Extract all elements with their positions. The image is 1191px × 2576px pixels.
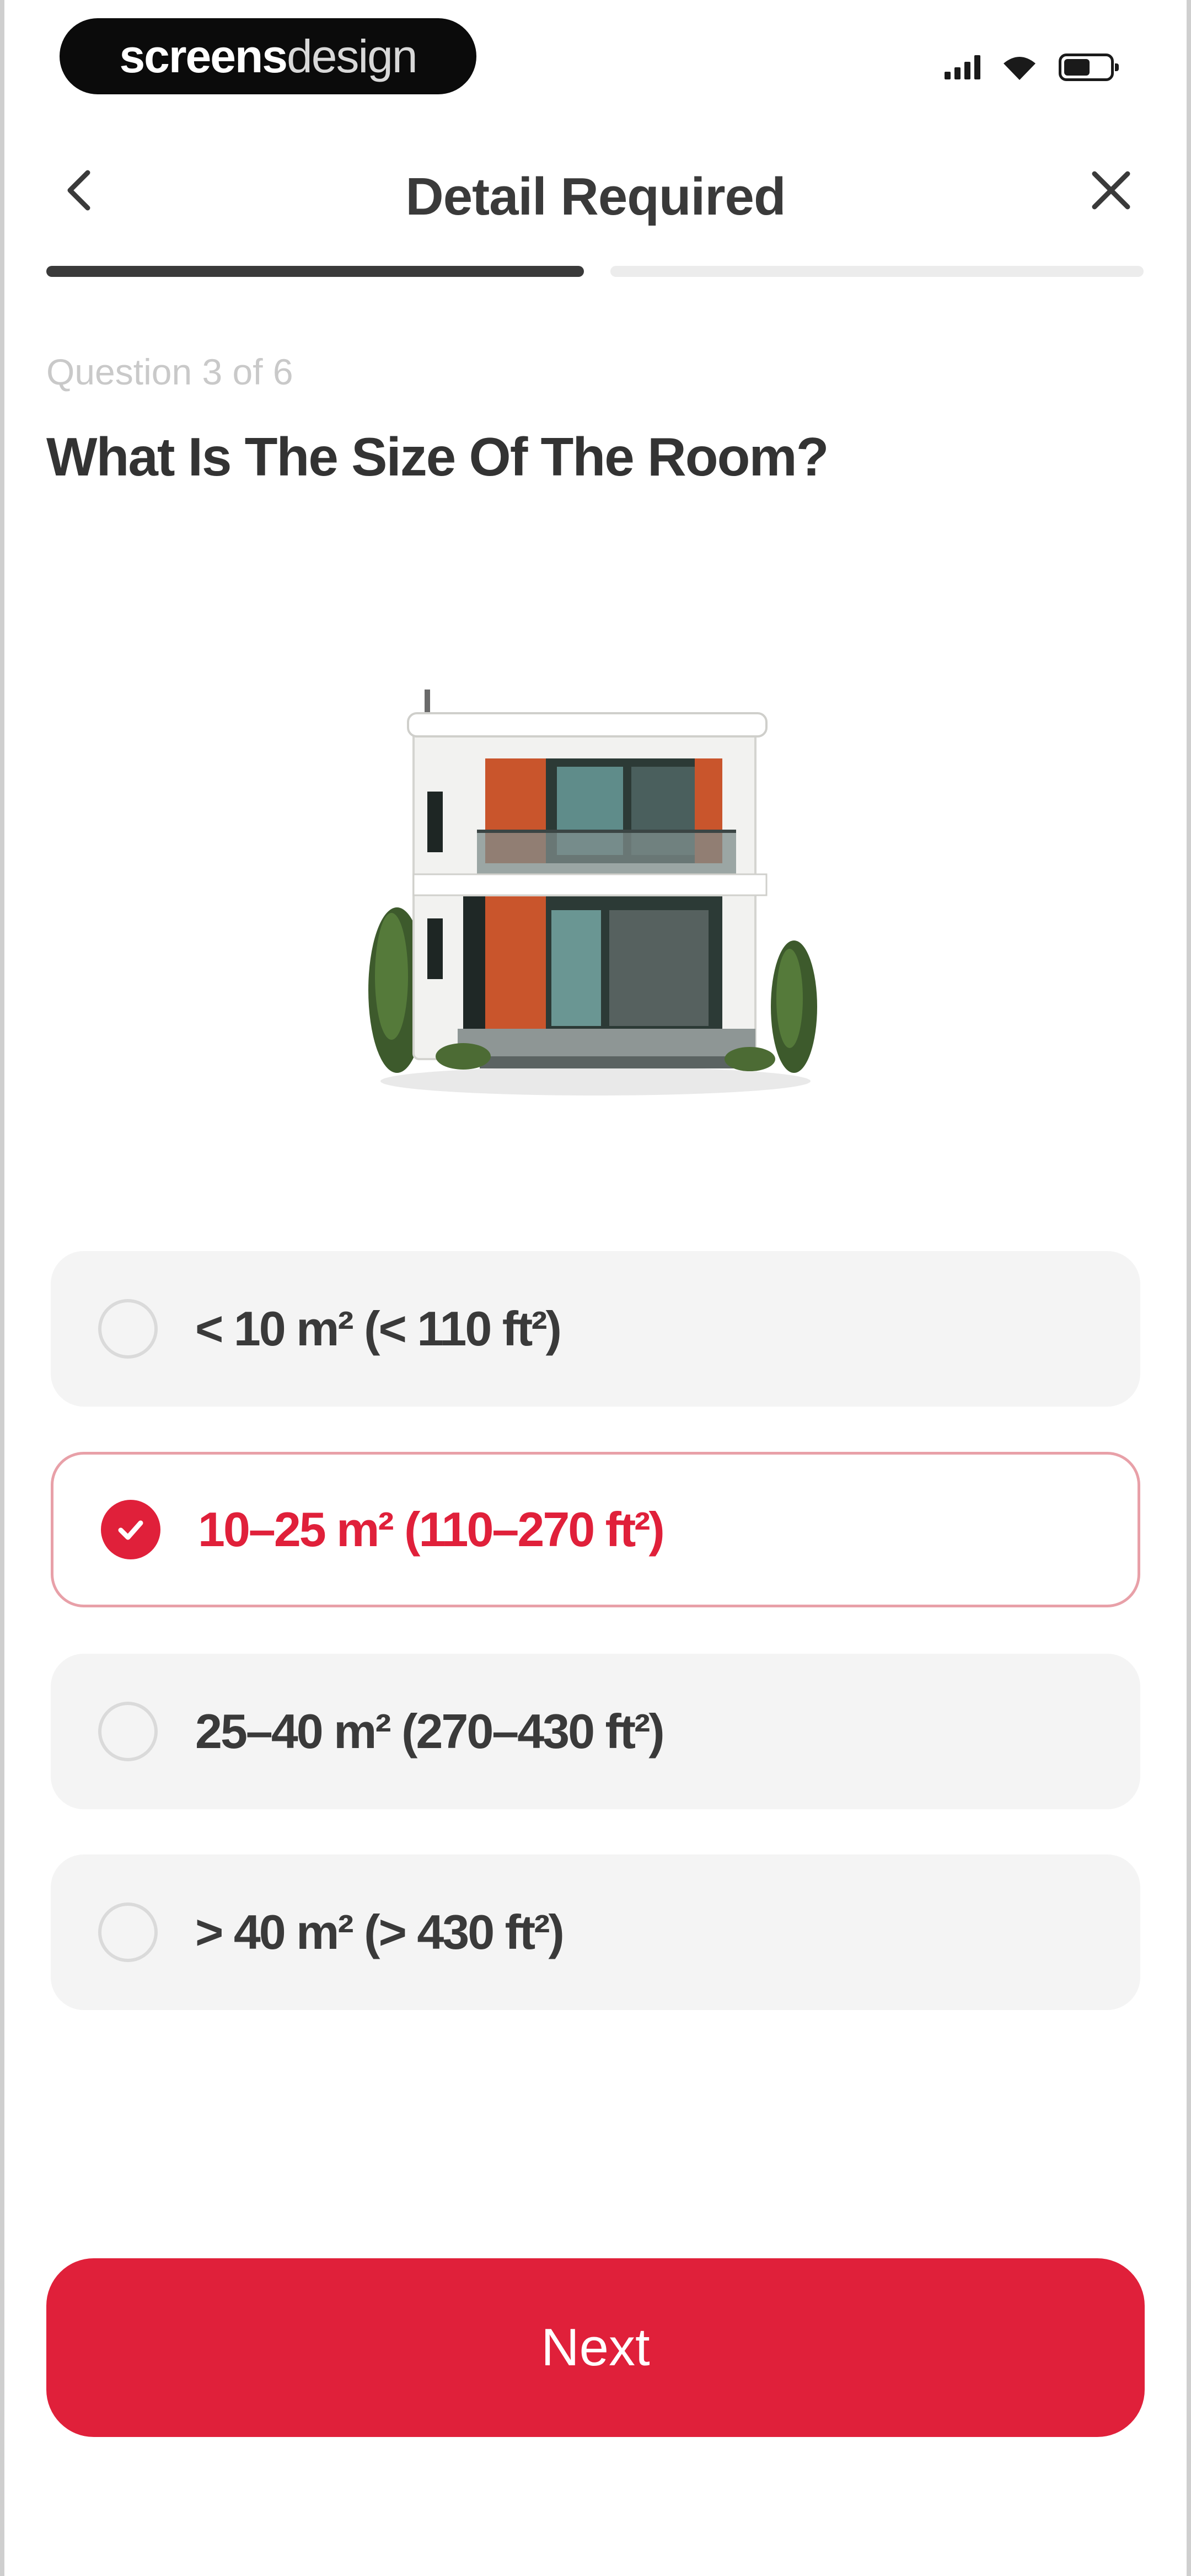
size-option-label: > 40 m² (> 430 ft²) — [195, 1905, 565, 1959]
radio-checked-icon — [101, 1500, 160, 1559]
brand-text-light: design — [287, 30, 418, 82]
page-title: Detail Required — [405, 167, 786, 226]
close-button[interactable] — [1081, 160, 1141, 221]
status-icons — [945, 51, 1119, 84]
progress-completed — [46, 266, 584, 277]
brand-logo: screens design — [60, 18, 476, 94]
radio-unselected-icon — [98, 1702, 158, 1761]
question-counter: Question 3 of 6 — [46, 351, 293, 392]
radio-unselected-icon — [98, 1299, 158, 1359]
size-option-label: 10–25 m² (110–270 ft²) — [198, 1502, 665, 1557]
status-bar: screens design — [0, 0, 1191, 110]
brand-text-bold: screens — [119, 30, 288, 82]
size-option-3[interactable]: 25–40 m² (270–430 ft²) — [51, 1654, 1140, 1809]
size-option-2[interactable]: 10–25 m² (110–270 ft²) — [51, 1452, 1140, 1607]
battery-icon — [1059, 54, 1119, 81]
checkmark-icon — [118, 1520, 143, 1540]
size-option-1[interactable]: < 10 m² (< 110 ft²) — [51, 1251, 1140, 1407]
size-option-label: 25–40 m² (270–430 ft²) — [195, 1704, 665, 1759]
size-option-label: < 10 m² (< 110 ft²) — [195, 1301, 562, 1356]
question-title: What Is The Size Of The Room? — [46, 426, 829, 487]
radio-unselected-icon — [98, 1902, 158, 1962]
size-option-4[interactable]: > 40 m² (> 430 ft²) — [51, 1854, 1140, 2010]
next-button[interactable]: Next — [46, 2258, 1145, 2437]
progress-remaining — [610, 266, 1144, 277]
signal-icon — [945, 55, 980, 79]
nav-bar: Detail Required — [0, 138, 1191, 243]
progress-bar — [46, 266, 1144, 277]
close-icon — [1092, 171, 1130, 210]
wifi-icon — [1004, 57, 1036, 80]
house-illustration — [368, 690, 817, 1095]
